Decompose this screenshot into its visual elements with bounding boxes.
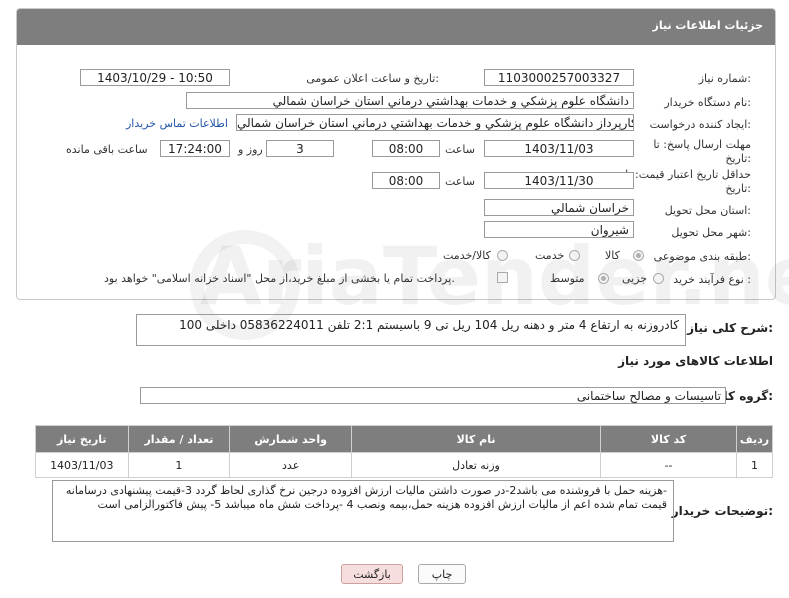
buyer-contact-link[interactable]: اطلاعات تماس خریدار [126,117,228,130]
requester-label: ایجاد کننده درخواست: [649,118,751,131]
buyer-notes-textarea[interactable]: -هزینه حمل با فروشنده می باشد2-در صورت د… [52,480,674,542]
remaining-time-label: ساعت باقی مانده [66,143,148,156]
need-number-field: 1103000257003327 [484,69,634,86]
treasury-note: پرداخت تمام یا بخشی از مبلغ خرید،از محل … [104,272,455,285]
goods-group-field: تاسیسات و مصالح ساختمانی [140,387,726,404]
remaining-time-field: 17:24:00 [160,140,230,157]
deadline-time-field: 08:00 [372,140,440,157]
description-textarea[interactable]: کادروزنه به ارتفاع 4 متر و دهنه ریل 104 … [136,314,686,346]
cell-row-number: 1 [736,452,773,478]
category-option-goods: کالا [605,249,620,262]
table-row: 1403/11/03 1 عدد وزنه تعادل -- 1 [35,452,773,478]
category-label: طبقه بندی موضوعی: [653,250,751,263]
need-number-label: شماره نیاز: [698,72,751,85]
validity-date-field: 1403/11/30 [484,172,634,189]
validity-time-field: 08:00 [372,172,440,189]
deadline-days-field: 3 [266,140,334,157]
delivery-province-field: خراسان شمالي [484,199,634,216]
deadline-label-date: تاریخ: [725,152,751,165]
buyer-org-field: دانشگاه علوم پزشكي و خدمات بهداشتي درمان… [186,92,634,109]
purchase-type-label: نوع فرآیند خرید : [673,273,751,286]
deadline-date-field: 1403/11/03 [484,140,634,157]
buyer-notes-text: -هزینه حمل با فروشنده می باشد2-در صورت د… [65,484,667,511]
col-item-code: کد کالا [600,425,738,453]
deadline-days-label: روز و [238,143,263,156]
cell-item-code: -- [600,452,738,478]
category-radio-goods[interactable] [633,250,644,261]
panel-title: جزئیات اطلاعات نیاز [652,19,764,32]
description-label: شرح کلی نیاز: [687,321,773,335]
delivery-city-label: شهر محل تحویل: [671,226,751,239]
buyer-notes-label: توضیحات خریدار: [671,504,773,518]
deadline-time-label: ساعت [445,143,475,156]
announce-datetime-label: تاریخ و ساعت اعلان عمومی: [306,72,439,85]
purchase-option-medium: متوسط [550,272,585,285]
purchase-radio-medium[interactable] [598,273,609,284]
treasury-checkbox[interactable] [497,272,508,283]
cell-need-date: 1403/11/03 [35,452,129,478]
goods-info-title: اطلاعات کالاهای مورد نیاز [618,354,773,368]
panel-header: جزئیات اطلاعات نیاز [17,9,775,45]
deadline-label: مهلت ارسال پاسخ: تا [653,138,751,151]
description-text: کادروزنه به ارتفاع 4 متر و دهنه ریل 104 … [179,318,679,332]
category-radio-goods-service[interactable] [497,250,508,261]
buyer-org-label: نام دستگاه خریدار: [664,96,751,109]
purchase-option-minor: جزیی [622,272,648,285]
col-unit: واحد شمارش [229,425,352,453]
print-button[interactable]: چاپ [418,564,466,584]
cell-quantity: 1 [127,452,231,478]
category-radio-service[interactable] [569,250,580,261]
delivery-province-label: استان محل تحویل: [664,204,751,217]
cell-item-name: وزنه تعادل [350,452,602,478]
purchase-radio-minor[interactable] [653,273,664,284]
validity-label-date: تاریخ: [725,182,751,195]
announce-datetime-field: 1403/10/29 - 10:50 [80,69,230,86]
validity-time-label: ساعت [445,175,475,188]
cell-unit: عدد [229,452,352,478]
back-button[interactable]: بازگشت [341,564,403,584]
col-quantity: تعداد / مقدار [127,425,231,453]
validity-label: حداقل تاریخ اعتبار قیمت: تا [625,168,751,181]
goods-table: تاریخ نیاز تعداد / مقدار واحد شمارش نام … [35,425,773,478]
table-header-row: تاریخ نیاز تعداد / مقدار واحد شمارش نام … [35,425,773,453]
col-item-name: نام کالا [350,425,602,453]
category-option-service: خدمت [535,249,565,262]
category-option-goods-service: کالا/خدمت [443,249,491,262]
requester-field: غلامحسین گوهر کارپرداز دانشگاه علوم پزشك… [236,114,634,131]
col-need-date: تاریخ نیاز [35,425,129,453]
col-row-number: ردیف [736,425,773,453]
delivery-city-field: شیروان [484,221,634,238]
